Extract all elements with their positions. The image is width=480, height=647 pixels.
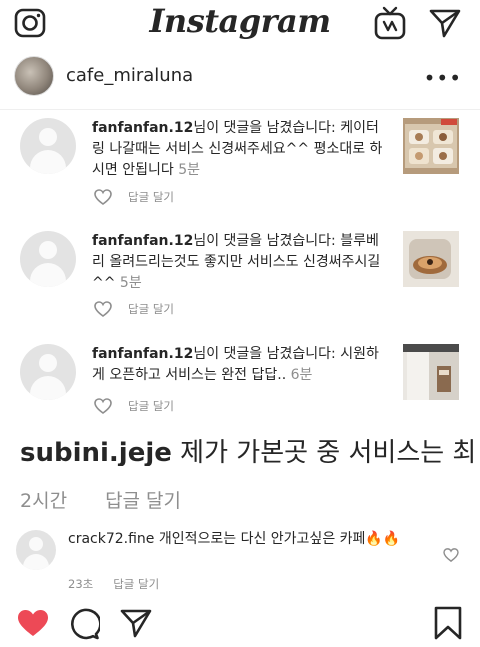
comment-text: fanfanfan.12님이 댓글을 남겼습니다: 블루베리 올려드리는것도 좋… xyxy=(92,231,388,294)
post-username[interactable]: cafe_miraluna xyxy=(66,65,193,86)
featured-comment-meta: 2시간 답글 달기 xyxy=(20,486,181,513)
avatar[interactable] xyxy=(20,118,76,174)
heart-icon[interactable] xyxy=(94,189,112,205)
comment-body: 개인적으로는 다신 안가고싶은 카페🔥🔥 xyxy=(154,531,401,547)
comment-username[interactable]: fanfanfan.12 xyxy=(92,233,193,249)
reply-button[interactable]: 답글 달기 xyxy=(113,577,159,591)
comment-icon[interactable] xyxy=(68,608,100,640)
comment-time: 6분 xyxy=(290,367,313,383)
featured-comment: subini.jeje 제가 가본곳 중 서비스는 최 xyxy=(20,432,480,466)
comment-meta: 23초 답글 달기 xyxy=(68,576,159,592)
comment-time: 23초 xyxy=(68,577,94,591)
avatar[interactable] xyxy=(14,56,54,96)
avatar[interactable] xyxy=(20,344,76,400)
share-icon[interactable] xyxy=(120,608,152,638)
igtv-icon[interactable] xyxy=(374,6,406,40)
comment-username[interactable]: fanfanfan.12 xyxy=(92,120,193,136)
avatar[interactable] xyxy=(16,530,56,570)
post-thumbnail[interactable] xyxy=(403,344,459,400)
post-header: cafe_miraluna ••• xyxy=(0,54,480,110)
post-action-bar xyxy=(0,604,480,644)
heart-icon[interactable] xyxy=(94,398,112,414)
heart-icon[interactable] xyxy=(94,301,112,317)
reply-button[interactable]: 답글 달기 xyxy=(128,189,174,205)
comment-username[interactable]: fanfanfan.12 xyxy=(92,346,193,362)
reply-button[interactable]: 답글 달기 xyxy=(105,490,181,512)
comment-text: fanfanfan.12님이 댓글을 남겼습니다: 케이터링 나갈때는 서비스 … xyxy=(92,118,388,181)
reply-button[interactable]: 답글 달기 xyxy=(128,398,174,414)
instagram-logo: Instagram xyxy=(149,2,331,40)
post-thumbnail[interactable] xyxy=(403,118,459,174)
direct-message-icon[interactable] xyxy=(428,7,462,39)
comment-username[interactable]: crack72.fine xyxy=(68,531,154,547)
more-icon[interactable]: ••• xyxy=(424,66,462,90)
heart-icon[interactable] xyxy=(443,548,459,562)
comment-body: 제가 가본곳 중 서비스는 최 xyxy=(171,438,477,466)
top-app-bar: Instagram xyxy=(0,0,480,48)
bookmark-icon[interactable] xyxy=(434,606,462,640)
comment-text: fanfanfan.12님이 댓글을 남겼습니다: 시원하게 오픈하고 서비스는… xyxy=(92,344,388,386)
comment-time: 5분 xyxy=(178,162,200,178)
reply-button[interactable]: 답글 달기 xyxy=(128,301,174,317)
avatar[interactable] xyxy=(20,231,76,287)
heart-icon[interactable] xyxy=(16,608,50,638)
comment-time: 5분 xyxy=(119,275,142,291)
post-thumbnail[interactable] xyxy=(403,231,459,287)
comment-text: crack72.fine 개인적으로는 다신 안가고싶은 카페🔥🔥 xyxy=(68,530,418,549)
comment-username[interactable]: subini.jeje xyxy=(20,438,172,466)
comment-time: 2시간 xyxy=(20,490,68,512)
